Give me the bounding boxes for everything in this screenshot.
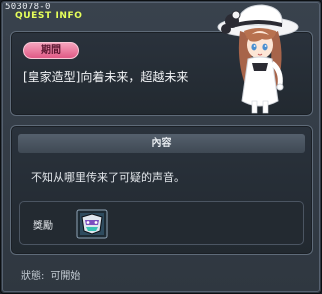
status-label: 狀態: [21,271,45,282]
period-badge: 期間 [23,42,79,59]
quest-status: 狀態: 可開始 [21,267,80,282]
reward-label: 獎勵 [33,221,53,232]
quest-name: [皇家造型]向着未来，超越未来 [23,70,189,84]
quest-description: 不知从哪里传来了可疑的声音。 [31,171,185,184]
content-section-header: 內容 [18,134,305,153]
window-title: QUEST INFO [15,11,83,21]
reward-box: 獎勵 [19,201,304,245]
quest-content-panel: 內容 不知从哪里传来了可疑的声音。 獎勵 [10,125,313,255]
quest-info-window: 503078-0 QUEST INFO 期間 [皇家造型]向着未来，超越未来 內… [0,0,322,294]
character-illustration [217,4,299,114]
reward-item-icon[interactable] [76,209,108,239]
status-value: 可開始 [50,271,81,282]
